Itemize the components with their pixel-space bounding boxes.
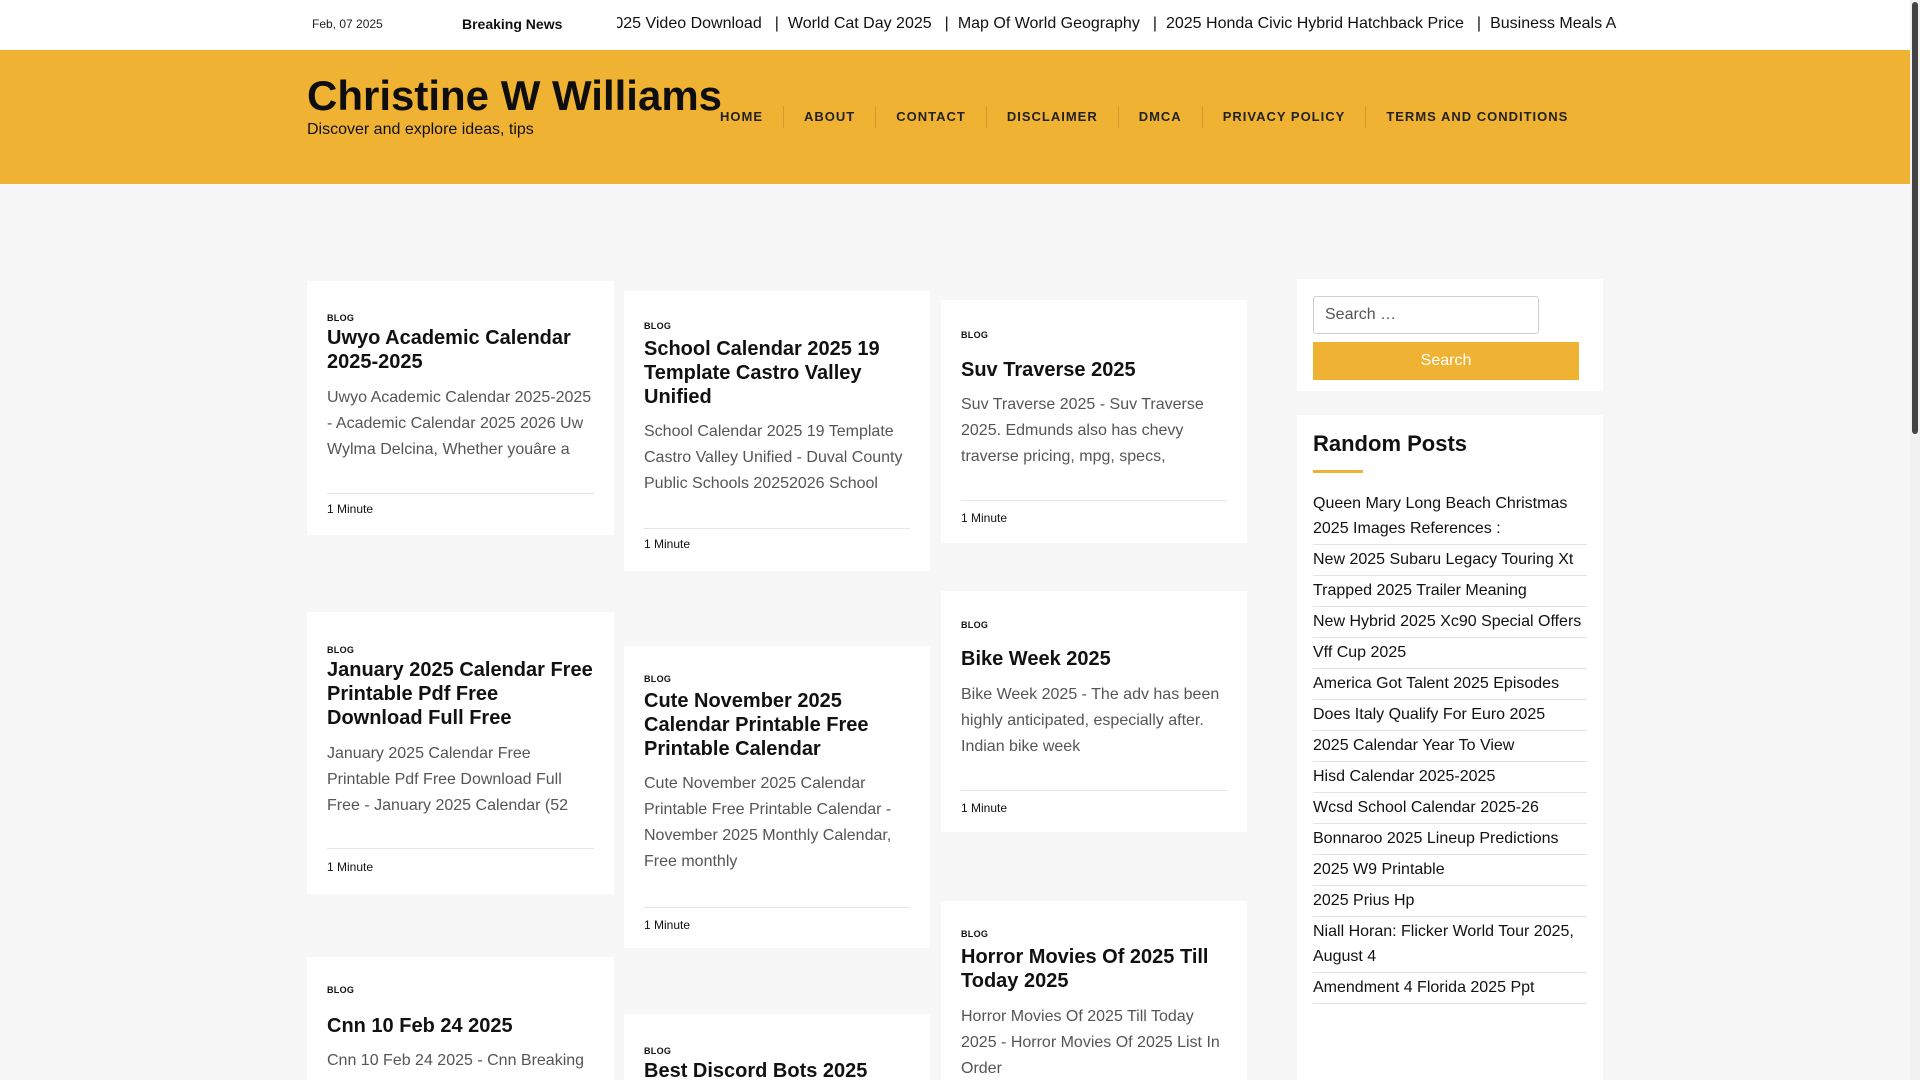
top-bar: Feb, 07 2025 Breaking News y 2025 Video … xyxy=(0,0,1910,50)
post-title[interactable]: Horror Movies Of 2025 Till Today 2025 xyxy=(961,945,1227,993)
random-post-link[interactable]: Does Italy Qualify For Euro 2025 xyxy=(1313,700,1587,731)
post-title[interactable]: Suv Traverse 2025 xyxy=(961,358,1227,382)
post-card: BLOG January 2025 Calendar Free Printabl… xyxy=(307,612,614,894)
current-date: Feb, 07 2025 xyxy=(312,17,383,31)
ticker-link[interactable]: 2025 Honda Civic Hybrid Hatchback Price xyxy=(1166,15,1464,32)
post-category[interactable]: BLOG xyxy=(961,929,988,939)
card-divider xyxy=(327,493,594,494)
post-read-time: 1 Minute xyxy=(644,537,691,551)
post-read-time: 1 Minute xyxy=(644,918,691,932)
post-read-time: 1 Minute xyxy=(961,511,1008,525)
post-excerpt: Horror Movies Of 2025 Till Today 2025 - … xyxy=(961,1008,1220,1077)
post-category[interactable]: BLOG xyxy=(644,674,671,684)
random-post-link[interactable]: Hisd Calendar 2025-2025 xyxy=(1313,762,1587,793)
post-category[interactable]: BLOG xyxy=(644,1046,671,1056)
random-post-link[interactable]: Vff Cup 2025 xyxy=(1313,638,1587,669)
site-header: Christine W Williams Discover and explor… xyxy=(0,50,1910,184)
post-title[interactable]: Bike Week 2025 xyxy=(961,647,1227,671)
post-title[interactable]: Best Discord Bots 2025 xyxy=(644,1059,910,1080)
post-card: BLOG Bike Week 2025 Bike Week 2025 - The… xyxy=(941,591,1247,832)
random-post-link[interactable]: America Got Talent 2025 Episodes xyxy=(1313,669,1587,700)
nav-about[interactable]: ABOUT xyxy=(784,106,877,128)
post-card: BLOG Cute November 2025 Calendar Printab… xyxy=(624,646,930,948)
card-divider xyxy=(644,907,910,908)
post-title[interactable]: Cute November 2025 Calendar Printable Fr… xyxy=(644,689,910,761)
ticker-link[interactable]: y 2025 Video Download xyxy=(617,15,762,32)
post-card: BLOG Horror Movies Of 2025 Till Today 20… xyxy=(941,901,1247,1080)
post-excerpt: Suv Traverse 2025 - Suv Traverse 2025. E… xyxy=(961,396,1204,465)
search-input[interactable] xyxy=(1313,296,1539,334)
card-divider xyxy=(961,790,1227,791)
ticker-link[interactable]: World Cat Day 2025 xyxy=(788,15,932,32)
random-post-link[interactable]: Queen Mary Long Beach Christmas 2025 Ima… xyxy=(1313,489,1587,545)
post-read-time: 1 Minute xyxy=(327,502,374,516)
random-post-link[interactable]: Trapped 2025 Trailer Meaning xyxy=(1313,576,1587,607)
post-title[interactable]: January 2025 Calendar Free Printable Pdf… xyxy=(327,658,594,730)
post-read-time: 1 Minute xyxy=(961,801,1008,815)
post-excerpt: Bike Week 2025 - The adv has been highly… xyxy=(961,686,1220,755)
search-widget: Search xyxy=(1297,279,1603,391)
post-category[interactable]: BLOG xyxy=(961,620,988,630)
post-category[interactable]: BLOG xyxy=(644,321,671,331)
scrollbar-thumb[interactable] xyxy=(1912,2,1918,434)
ticker-separator: | xyxy=(1476,15,1482,32)
random-post-link[interactable]: 2025 W9 Printable xyxy=(1313,855,1587,886)
post-title[interactable]: School Calendar 2025 19 Template Castro … xyxy=(644,337,910,409)
site-tagline: Discover and explore ideas, tips xyxy=(307,121,534,138)
post-read-time: 1 Minute xyxy=(327,860,374,874)
post-category[interactable]: BLOG xyxy=(327,313,354,323)
post-excerpt: School Calendar 2025 19 Template Castro … xyxy=(644,423,903,492)
main-nav: HOME ABOUT CONTACT DISCLAIMER DMCA PRIVA… xyxy=(700,106,1588,128)
nav-contact[interactable]: CONTACT xyxy=(876,106,987,128)
card-divider xyxy=(644,528,910,529)
random-post-link[interactable]: New 2025 Subaru Legacy Touring Xt xyxy=(1313,545,1587,576)
random-post-link[interactable]: Wcsd School Calendar 2025-26 xyxy=(1313,793,1587,824)
nav-dmca[interactable]: DMCA xyxy=(1119,106,1203,128)
random-post-link[interactable]: 2025 Prius Hp xyxy=(1313,886,1587,917)
post-excerpt: Cnn 10 Feb 24 2025 - Cnn Breaking xyxy=(327,1052,585,1069)
post-category[interactable]: BLOG xyxy=(327,645,354,655)
post-card: BLOG Uwyo Academic Calendar 2025-2025 Uw… xyxy=(307,281,614,535)
nav-disclaimer[interactable]: DISCLAIMER xyxy=(987,106,1119,128)
post-card: BLOG Suv Traverse 2025 Suv Traverse 2025… xyxy=(941,300,1247,543)
title-underline xyxy=(1313,470,1363,473)
nav-terms-and-conditions[interactable]: TERMS AND CONDITIONS xyxy=(1366,106,1588,128)
post-title[interactable]: Uwyo Academic Calendar 2025-2025 xyxy=(327,326,594,374)
ticker-separator: | xyxy=(1152,15,1157,32)
random-post-link[interactable]: 2025 Calendar Year To View xyxy=(1313,731,1587,762)
nav-privacy-policy[interactable]: PRIVACY POLICY xyxy=(1203,106,1367,128)
breaking-news-label: Breaking News xyxy=(462,16,563,32)
post-card: BLOG Cnn 10 Feb 24 2025 Cnn 10 Feb 24 20… xyxy=(307,957,614,1080)
post-excerpt: January 2025 Calendar Free Printable Pdf… xyxy=(327,745,569,814)
random-posts-widget: Random Posts Queen Mary Long Beach Chris… xyxy=(1297,415,1603,1080)
post-excerpt: Uwyo Academic Calendar 2025-2025 - Acade… xyxy=(327,389,592,458)
nav-home[interactable]: HOME xyxy=(700,106,784,128)
card-divider xyxy=(327,848,594,849)
ticker-link[interactable]: Business Meals A xyxy=(1490,15,1616,32)
ticker-separator: | xyxy=(774,15,779,32)
news-ticker: y 2025 Video Download | World Cat Day 2025… xyxy=(617,0,1635,50)
post-category[interactable]: BLOG xyxy=(327,985,354,995)
random-post-link[interactable]: Bonnaroo 2025 Lineup Predictions xyxy=(1313,824,1587,855)
post-title[interactable]: Cnn 10 Feb 24 2025 xyxy=(327,1014,594,1038)
random-posts-list: Queen Mary Long Beach Christmas 2025 Ima… xyxy=(1313,489,1587,1004)
random-post-link[interactable]: Niall Horan: Flicker World Tour 2025, Au… xyxy=(1313,917,1587,973)
random-post-link[interactable]: New Hybrid 2025 Xc90 Special Offers xyxy=(1313,607,1587,638)
random-post-link[interactable]: Amendment 4 Florida 2025 Ppt xyxy=(1313,973,1587,1004)
post-category[interactable]: BLOG xyxy=(961,330,988,340)
post-card: BLOG School Calendar 2025 19 Template Ca… xyxy=(624,291,930,571)
random-posts-title: Random Posts xyxy=(1313,431,1468,456)
post-card: BLOG Best Discord Bots 2025 xyxy=(624,1014,930,1080)
ticker-separator: | xyxy=(944,15,949,32)
card-divider xyxy=(961,500,1227,501)
ticker-link[interactable]: Map Of World Geography xyxy=(958,15,1140,32)
search-button[interactable]: Search xyxy=(1313,342,1579,380)
post-excerpt: Cute November 2025 Calendar Printable Fr… xyxy=(644,775,892,870)
site-title[interactable]: Christine W Williams xyxy=(307,72,722,120)
